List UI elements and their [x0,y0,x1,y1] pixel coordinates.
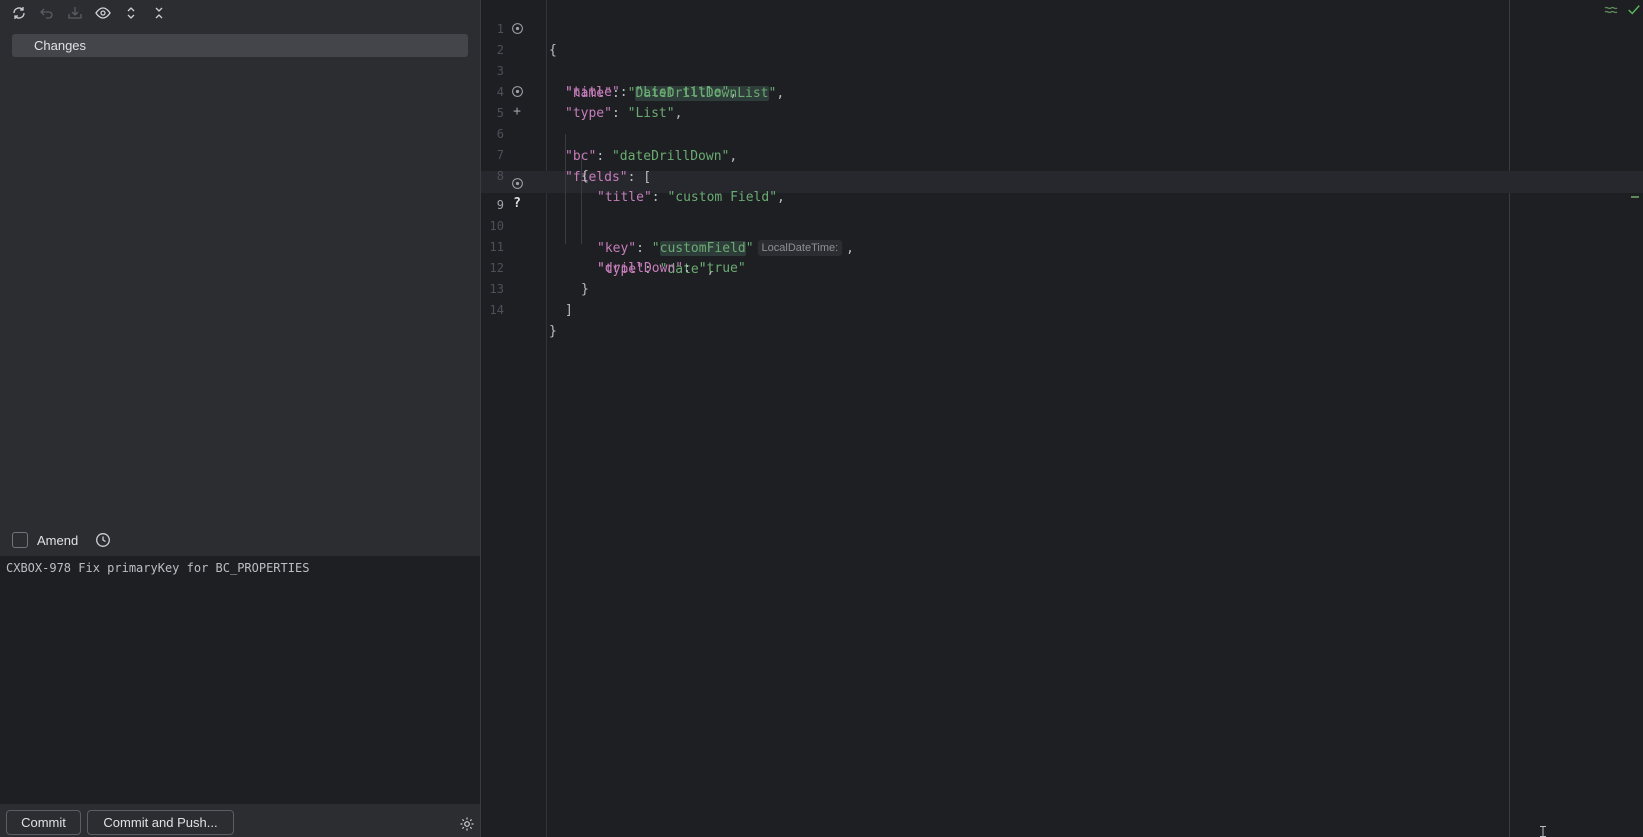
code-line-12: 12 } [481,235,1643,297]
commit-message-field[interactable]: CXBOX-978 Fix primaryKey for BC_PROPERTI… [0,556,480,804]
commit-message-text: CXBOX-978 Fix primaryKey for BC_PROPERTI… [6,561,310,575]
changes-label: Changes [34,38,87,53]
code-editor[interactable]: 1 { 2 "name": "DateDrillDownList", 3 "ti… [481,0,1643,837]
rollback-icon[interactable] [36,2,58,24]
code-line-6: 6 + "fields": [ [481,101,1643,185]
commit-button[interactable]: Commit [6,810,81,835]
code-line-7: 7 { [481,122,1643,184]
refresh-icon[interactable] [8,2,30,24]
changes-node[interactable]: Changes [12,34,468,57]
code-line-1: 1 { [481,0,1643,58]
navigate-gutter-icon[interactable] [509,83,525,99]
code-line-11: 11 "drillDown": "true" [481,214,1643,276]
code-line-3: 3 "title": "List title", [481,38,1643,100]
code-line-5: 5 "bc": "dateDrillDown", [481,80,1643,164]
expand-all-icon[interactable] [120,2,142,24]
checkmark-icon [1628,5,1640,15]
amend-row: Amend [12,530,111,550]
navigate-gutter-icon[interactable] [509,20,525,36]
ai-wave-icon [1604,6,1618,14]
amend-checkbox[interactable] [12,532,28,548]
line-number: 14 [489,303,504,317]
shelve-icon[interactable] [64,2,86,24]
code-line-9: 9 "key": "customField" LocalDateTime:, [481,172,1643,256]
gear-icon[interactable] [459,816,475,832]
question-icon[interactable]: ? [509,196,525,212]
code-line-8: 8 "title": "custom Field", [481,143,1643,205]
commit-panel: Changes Amend CXBOX-978 Fix primaryKey f… [0,0,481,837]
inspection-status[interactable] [1603,2,1641,18]
navigate-gutter-icon[interactable] [509,175,525,191]
collapse-all-icon[interactable] [148,2,170,24]
code-line-2: 2 "name": "DateDrillDownList", [481,17,1643,101]
code-line-14: 14 } [481,277,1643,339]
amend-label[interactable]: Amend [37,533,78,548]
history-clock-icon[interactable] [95,532,111,548]
plus-icon[interactable]: + [509,104,525,120]
commit-actions-bar: Commit Commit and Push... [0,804,480,837]
brace-close: } [549,324,557,339]
code-line-4: 4 "type": "List", [481,59,1643,121]
commit-and-push-button[interactable]: Commit and Push... [87,810,234,835]
code-line-13: 13 ] [481,256,1643,318]
commit-toolbar [8,2,170,24]
text-cursor-icon [1540,826,1546,837]
change-marker[interactable] [1631,196,1639,198]
eye-icon[interactable] [92,2,114,24]
code-line-10: 10 ? "type": "date", [481,193,1643,277]
